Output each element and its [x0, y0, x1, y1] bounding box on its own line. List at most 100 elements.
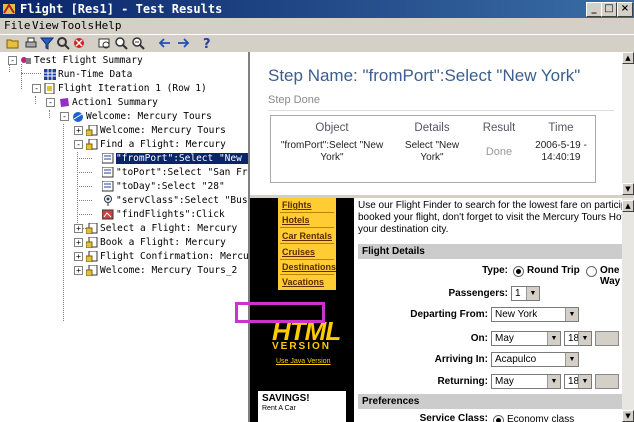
tree-item[interactable]: - Welcome: Mercury Tours	[60, 110, 212, 123]
iteration-icon	[44, 83, 55, 94]
departure-day-select[interactable]: 18 ▼	[564, 331, 592, 346]
one-way-radio[interactable]	[586, 266, 597, 277]
expand-icon[interactable]: +	[74, 266, 83, 275]
app-icon	[3, 3, 15, 14]
tree-item[interactable]: + Book a Flight: Mercury	[74, 236, 226, 249]
tree-item[interactable]: "toDay":Select "28"	[102, 180, 225, 193]
filter-icon[interactable]	[40, 36, 54, 50]
collapse-icon[interactable]: -	[46, 98, 55, 107]
scroll-down-icon[interactable]: ▼	[622, 410, 634, 422]
expand-icon[interactable]: +	[74, 252, 83, 261]
nav-destinations-link[interactable]: Destinations	[282, 262, 336, 272]
tree-item[interactable]: "toPort":Select "San Franci	[102, 166, 248, 179]
flight-details-header: Flight Details	[358, 244, 622, 259]
step-details-pane: Step Name: "fromPort":Select "New York" …	[250, 52, 634, 195]
departing-from-select[interactable]: New York ▼	[491, 307, 579, 322]
departure-month-select[interactable]: May ▼	[491, 331, 561, 346]
print-icon[interactable]	[24, 36, 38, 50]
column-header: Time	[548, 122, 574, 134]
chevron-down-icon: ▼	[565, 353, 578, 366]
step-status: Step Done	[268, 94, 320, 106]
departing-from-label: Departing From:	[410, 309, 488, 320]
close-button[interactable]: ×	[617, 2, 633, 17]
forward-arrow-icon[interactable]	[176, 36, 190, 50]
collapse-icon[interactable]: -	[74, 140, 83, 149]
zoom-in-icon[interactable]	[114, 36, 128, 50]
scroll-up-icon[interactable]: ▲	[622, 52, 634, 64]
page-icon	[86, 265, 98, 276]
scroll-up-icon[interactable]: ▲	[622, 200, 634, 212]
on-label: On:	[470, 333, 488, 344]
expand-icon[interactable]: +	[74, 126, 83, 135]
collapse-icon[interactable]: -	[8, 56, 17, 65]
nav-vacations-link[interactable]: Vacations	[282, 277, 324, 287]
toolbar: ?	[0, 34, 634, 52]
action-icon	[60, 98, 69, 107]
savings-ad[interactable]: SAVINGS! Rent A Car	[258, 391, 346, 422]
economy-class-radio[interactable]	[493, 415, 504, 422]
menu-view[interactable]: View	[32, 19, 59, 32]
passengers-label: Passengers:	[448, 288, 508, 299]
expand-icon[interactable]: +	[74, 224, 83, 233]
round-trip-radio[interactable]	[513, 266, 524, 277]
tree-item[interactable]: + Welcome: Mercury Tours_2	[74, 264, 237, 277]
calendar-button[interactable]	[595, 374, 619, 389]
calendar-button[interactable]	[595, 331, 619, 346]
tree-item[interactable]: "findFlights":Click	[102, 208, 225, 221]
collapse-icon[interactable]: -	[60, 112, 69, 121]
column-header: Details	[414, 122, 450, 134]
nav-hotels-link[interactable]: Hotels	[282, 215, 310, 225]
scroll-down-icon[interactable]: ▼	[622, 183, 634, 195]
bitmap-icon[interactable]	[98, 36, 112, 50]
chevron-down-icon: ▼	[578, 332, 591, 345]
minimize-button[interactable]: _	[586, 2, 602, 17]
nav-car-rentals-link[interactable]: Car Rentals	[282, 231, 332, 241]
maximize-button[interactable]: □	[601, 2, 617, 17]
chevron-down-icon: ▼	[565, 308, 578, 321]
vertical-scrollbar[interactable]: ▲ ▼	[622, 198, 634, 422]
nav-flights-link[interactable]: Flights	[282, 200, 312, 210]
divider	[268, 110, 614, 111]
menu-help[interactable]: Help	[95, 19, 122, 32]
service-class-label: Service Class:	[419, 413, 488, 422]
menu-tools[interactable]: Tools	[61, 19, 94, 32]
help-icon[interactable]: ?	[200, 36, 214, 50]
menu-file[interactable]: File	[4, 19, 31, 32]
tree-item[interactable]: "servClass":Select "Busines	[102, 194, 248, 207]
step-name-title: Step Name: "fromPort":Select "New York"	[268, 66, 581, 85]
passengers-select[interactable]: 1 ▼	[511, 286, 540, 301]
tree-item-selected[interactable]: "fromPort":Select "New York	[102, 152, 248, 165]
find-icon[interactable]	[56, 36, 70, 50]
error-icon[interactable]	[72, 36, 86, 50]
tree-item[interactable]: - Flight Iteration 1 (Row 1)	[32, 82, 207, 95]
java-version-link[interactable]: Use Java Version	[276, 358, 330, 365]
page-icon	[86, 251, 98, 262]
tree-item[interactable]: + Flight Confirmation: Mercury	[74, 250, 248, 263]
nav-cruises-link[interactable]: Cruises	[282, 247, 315, 257]
zoom-out-icon[interactable]	[131, 36, 145, 50]
collapse-icon[interactable]: -	[32, 84, 41, 93]
summary-icon	[21, 57, 31, 64]
return-month-select[interactable]: May ▼	[491, 374, 561, 389]
return-day-select[interactable]: 18 ▼	[564, 374, 592, 389]
back-arrow-icon[interactable]	[158, 36, 172, 50]
column-header: Object	[315, 122, 349, 134]
tree-item[interactable]: + Select a Flight: Mercury	[74, 222, 237, 235]
expand-icon[interactable]: +	[74, 238, 83, 247]
vertical-scrollbar[interactable]: ▲ ▼	[622, 52, 634, 195]
cell-object: "fromPort":Select "New York"	[280, 140, 384, 163]
object-highlight-box	[235, 302, 325, 323]
browser-icon	[73, 112, 83, 122]
open-icon[interactable]	[6, 36, 20, 50]
page-icon	[86, 223, 98, 234]
tree-item[interactable]: - Find a Flight: Mercury	[74, 138, 226, 151]
tree-item[interactable]: - Action1 Summary	[46, 96, 158, 109]
economy-class-label: Economy class	[507, 414, 575, 422]
tree-item[interactable]: + Welcome: Mercury Tours	[74, 124, 226, 137]
tree-item[interactable]: Run-Time Data	[44, 68, 132, 81]
table-icon	[44, 69, 56, 80]
arriving-in-select[interactable]: Acapulco ▼	[491, 352, 579, 367]
tree-item[interactable]: - Test Flight Summary	[8, 54, 143, 67]
round-trip-label: Round Trip	[527, 265, 580, 276]
cell-result: Done	[485, 146, 513, 158]
